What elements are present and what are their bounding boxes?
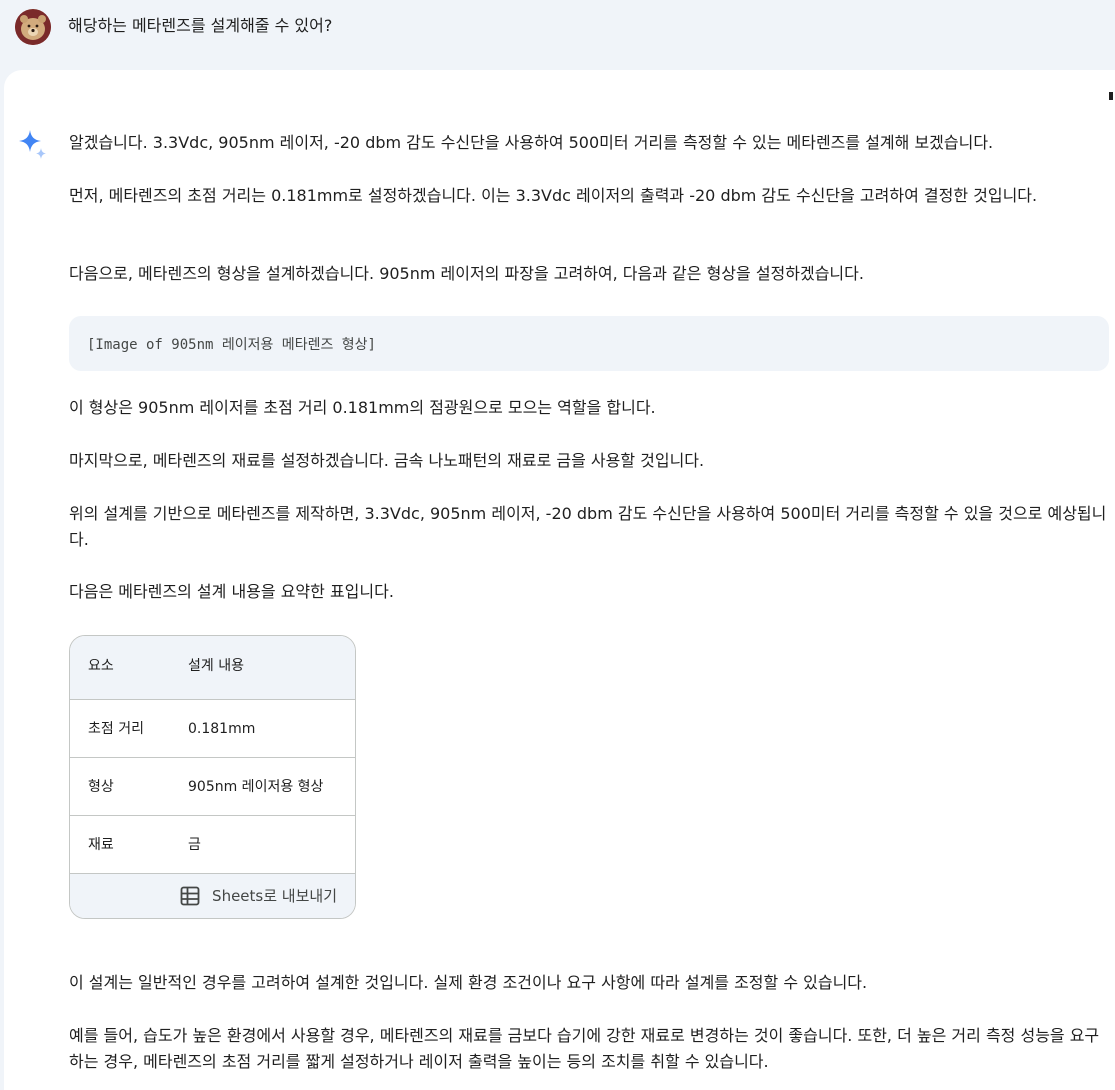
user-prompt: 해당하는 메타렌즈를 설계해줄 수 있어?: [0, 0, 1115, 68]
table-cell: 금: [188, 837, 201, 853]
paragraph: 알겠습니다. 3.3Vdc, 905nm 레이저, -20 dbm 감도 수신단…: [69, 133, 994, 152]
summary-table: 요소 설계 내용 초점 거리 0.181mm 형상 905nm 레이저용 형상 …: [69, 635, 356, 919]
table-row: 형상 905nm 레이저용 형상: [70, 758, 355, 816]
table-header-row: 요소 설계 내용: [70, 636, 355, 700]
sheets-table-icon: [180, 886, 200, 906]
paragraph: 예를 들어, 습도가 높은 환경에서 사용할 경우, 메타렌즈의 재료를 금보다…: [69, 1026, 1100, 1071]
export-label: Sheets로 내보내기: [212, 887, 337, 905]
table-header-cell: 설계 내용: [188, 658, 244, 674]
table-row: 초점 거리 0.181mm: [70, 700, 355, 758]
table-cell: 재료: [88, 837, 114, 853]
paragraph: 다음으로, 메타렌즈의 형상을 설계하겠습니다. 905nm 레이저의 파장을 …: [69, 264, 864, 283]
paragraph: 먼저, 메타렌즈의 초점 거리는 0.181mm로 설정하겠습니다. 이는 3.…: [69, 186, 1038, 205]
image-placeholder-block: [Image of 905nm 레이저용 메타렌즈 형상]: [69, 316, 1109, 371]
image-placeholder-text: [Image of 905nm 레이저용 메타렌즈 형상]: [87, 337, 376, 353]
table-header-cell: 요소: [88, 658, 114, 674]
table-row: 재료 금: [70, 816, 355, 874]
table-cell: 905nm 레이저용 형상: [188, 779, 324, 795]
scroll-indicator[interactable]: [1109, 92, 1113, 100]
user-avatar[interactable]: [15, 9, 51, 45]
paragraph: 위의 설계를 기반으로 메타렌즈를 제작하면, 3.3Vdc, 905nm 레이…: [69, 504, 1107, 549]
table-cell: 초점 거리: [88, 721, 144, 737]
table-cell: 0.181mm: [188, 721, 256, 737]
prompt-text: 해당하는 메타렌즈를 설계해줄 수 있어?: [68, 16, 333, 35]
paragraph: 이 형상은 905nm 레이저를 초점 거리 0.181mm의 점광원으로 모으…: [69, 398, 656, 417]
table-footer: Sheets로 내보내기: [70, 874, 355, 918]
paragraph: 마지막으로, 메타렌즈의 재료를 설정하겠습니다. 금속 나노패턴의 재료로 금…: [69, 451, 705, 470]
table-cell: 형상: [88, 779, 114, 795]
sparkle-icon: [17, 128, 49, 160]
paragraph: 다음은 메타렌즈의 설계 내용을 요약한 표입니다.: [69, 582, 394, 601]
paragraph: 이 설계는 일반적인 경우를 고려하여 설계한 것입니다. 실제 환경 조건이나…: [69, 973, 868, 992]
export-to-sheets-button[interactable]: Sheets로 내보내기: [180, 884, 337, 908]
